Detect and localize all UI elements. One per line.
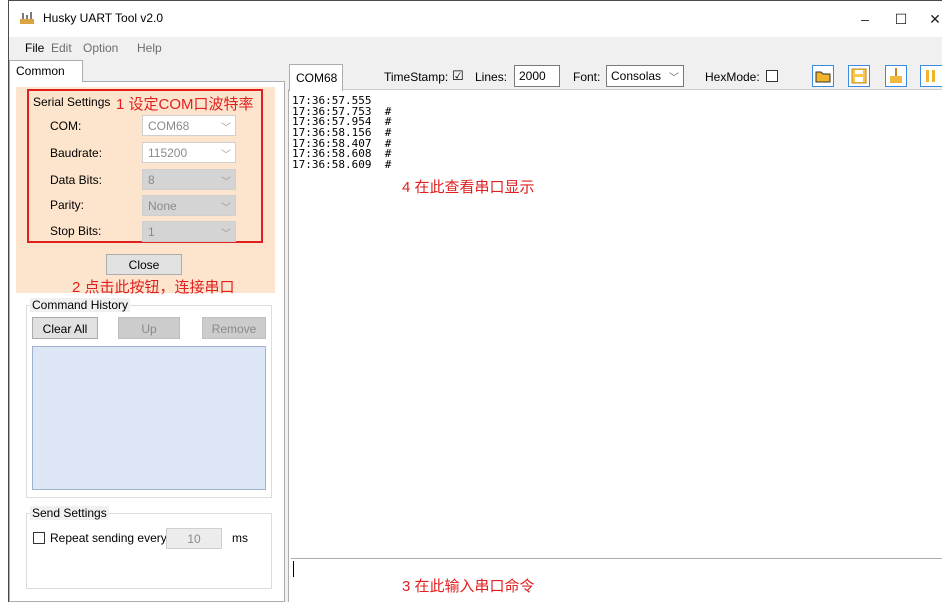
timestamp-checkbox[interactable]: ☑ [452, 68, 464, 84]
stop-bits-value: 1 [148, 225, 155, 239]
text-caret [293, 561, 294, 577]
save-icon[interactable] [848, 65, 870, 87]
lines-input[interactable]: 2000 [514, 65, 560, 87]
serial-settings-title: Serial Settings [33, 95, 111, 109]
repeat-interval-input[interactable]: 10 [166, 528, 222, 549]
menu-option[interactable]: Option [83, 41, 118, 55]
chevron-down-icon: ﹀ [221, 229, 231, 240]
annotation-1: 1 设定COM口波特率 [116, 96, 254, 113]
stop-bits-label: Stop Bits: [50, 224, 102, 238]
parity-value: None [148, 199, 177, 213]
chevron-down-icon: ﹀ [221, 177, 231, 188]
annotation-4: 4 在此查看串口显示 [402, 179, 535, 196]
chevron-down-icon: ﹀ [221, 150, 231, 161]
menu-edit[interactable]: Edit [51, 41, 72, 55]
data-bits-select[interactable]: 8 ﹀ [142, 169, 236, 190]
menu-bar: File Edit Option Help [9, 37, 942, 59]
menu-help[interactable]: Help [137, 41, 162, 55]
terminal-output[interactable]: 17:36:57.555 17:36:57.753 # 17:36:57.954… [292, 95, 392, 172]
baudrate-select[interactable]: 115200 ﹀ [142, 142, 236, 163]
tab-com68[interactable]: COM68 [289, 64, 343, 91]
close-icon[interactable]: ✕ [917, 7, 942, 31]
com-select[interactable]: COM68 ﹀ [142, 115, 236, 136]
send-settings-group [26, 513, 272, 589]
parity-select[interactable]: None ﹀ [142, 195, 236, 216]
open-folder-icon[interactable] [812, 65, 834, 87]
lines-label: Lines: [475, 70, 508, 84]
tab-common[interactable]: Common [9, 60, 83, 82]
timestamp-label: TimeStamp: [384, 70, 449, 84]
send-settings-title: Send Settings [30, 506, 109, 520]
font-select[interactable]: Consolas ﹀ [606, 65, 684, 87]
baudrate-label: Baudrate: [50, 146, 103, 160]
stop-bits-select[interactable]: 1 ﹀ [142, 221, 236, 242]
baudrate-value: 115200 [148, 146, 188, 160]
clear-icon[interactable] [885, 65, 907, 87]
command-history-title: Command History [30, 298, 131, 312]
pause-icon[interactable] [920, 65, 942, 87]
title-bar: Husky UART Tool v2.0 – ☐ ✕ [9, 1, 942, 37]
interval-unit: ms [232, 531, 248, 545]
com-label: COM: [50, 119, 82, 133]
com-value: COM68 [148, 119, 190, 133]
font-value: Consolas [611, 69, 662, 83]
repeat-checkbox[interactable] [33, 532, 45, 544]
maximize-icon[interactable]: ☐ [883, 7, 919, 31]
window-title: Husky UART Tool v2.0 [43, 11, 164, 25]
chevron-down-icon: ﹀ [669, 73, 679, 84]
data-bits-label: Data Bits: [50, 173, 103, 187]
command-input[interactable] [291, 558, 942, 602]
menu-file[interactable]: File [25, 41, 44, 55]
command-history-list[interactable] [32, 346, 266, 490]
chevron-down-icon: ﹀ [221, 203, 231, 214]
close-port-button[interactable]: Close [106, 254, 182, 275]
hexmode-checkbox[interactable] [766, 70, 778, 82]
data-bits-value: 8 [148, 173, 155, 187]
log-line: 17:36:58.609 # [292, 158, 392, 172]
annotation-2: 2 点击此按钮，连接串口 [72, 279, 235, 296]
annotation-3: 3 在此输入串口命令 [402, 578, 535, 595]
repeat-label: Repeat sending every [50, 531, 167, 545]
font-label: Font: [573, 70, 601, 84]
up-button[interactable]: Up [118, 317, 180, 339]
minimize-icon[interactable]: – [847, 7, 883, 31]
hexmode-label: HexMode: [705, 70, 760, 84]
chevron-down-icon: ﹀ [221, 123, 231, 134]
parity-label: Parity: [50, 198, 85, 212]
clear-all-button[interactable]: Clear All [32, 317, 98, 339]
app-logo-icon [20, 12, 34, 24]
remove-button[interactable]: Remove [202, 317, 266, 339]
